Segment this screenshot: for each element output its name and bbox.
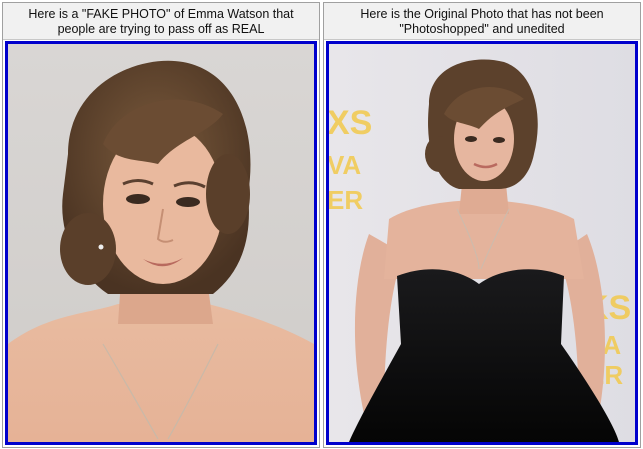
original-photo-cell: Here is the Original Photo that has not … [323,2,641,448]
fake-photo-caption: Here is a "FAKE PHOTO" of Emma Watson th… [3,3,319,40]
fake-photo-image [8,44,314,442]
original-photo-frame[interactable]: XS VA ER KS VA ER [326,41,638,445]
svg-text:VA: VA [329,150,361,180]
caption-line-2: "Photoshopped" and unedited [399,22,565,36]
caption-line-1: Here is a "FAKE PHOTO" of Emma Watson th… [28,7,294,21]
caption-line-1: Here is the Original Photo that has not … [360,7,604,21]
svg-text:ER: ER [329,185,363,215]
caption-line-2: people are trying to pass off as REAL [57,22,265,36]
backdrop-logo-text: XS [329,104,372,142]
fake-photo-frame[interactable] [5,41,317,445]
original-photo-image: XS VA ER KS VA ER [329,44,635,442]
comparison-table: Here is a "FAKE PHOTO" of Emma Watson th… [0,0,643,449]
original-photo-caption: Here is the Original Photo that has not … [324,3,640,40]
fake-photo-cell: Here is a "FAKE PHOTO" of Emma Watson th… [2,2,320,448]
